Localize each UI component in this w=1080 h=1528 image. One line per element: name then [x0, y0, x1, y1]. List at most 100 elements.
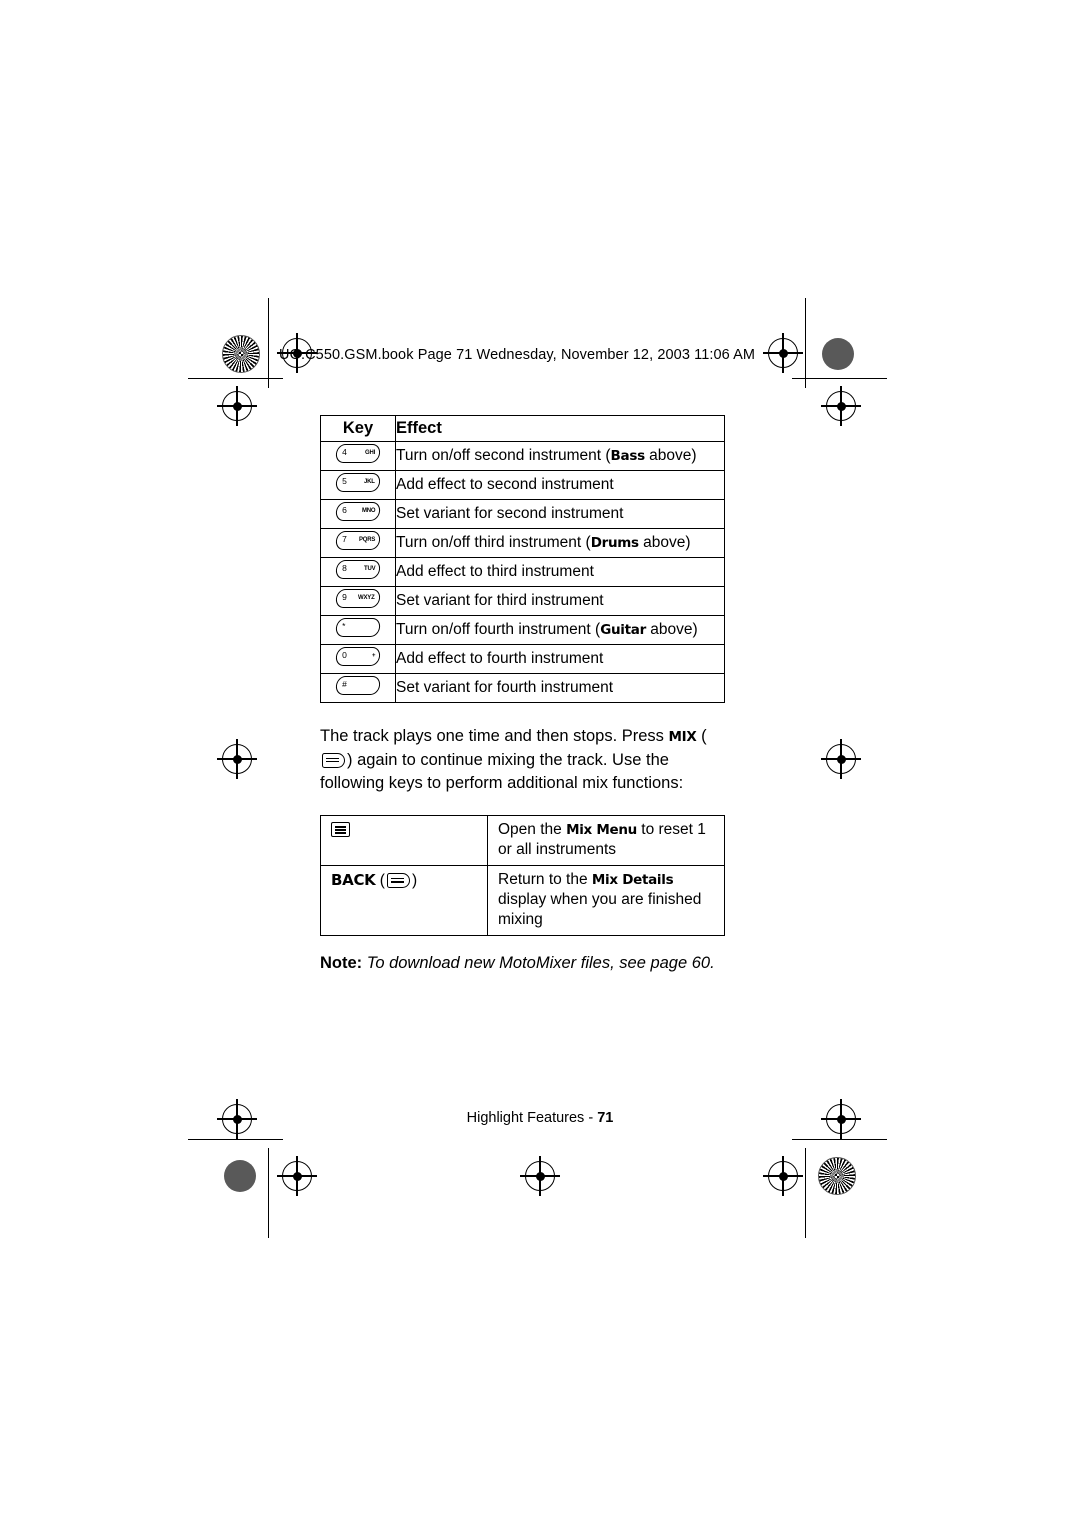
key-cell: BACK () — [320, 865, 488, 936]
effect-text-post: above) — [645, 621, 698, 638]
starburst-mark-bottom-right — [818, 1157, 856, 1195]
effect-text-pre: Return to the — [498, 871, 592, 888]
phone-key-4-icon: 4 GHI — [334, 444, 382, 463]
effect-text-pre: Add effect to fourth instrument — [396, 650, 604, 667]
table-row: 5 JKL Add effect to second instrument — [320, 470, 725, 500]
note-text: To download new MotoMixer files, see pag… — [362, 954, 715, 972]
table-row: Open the Mix Menu to reset 1 or all inst… — [320, 815, 725, 866]
table-row: 4 GHI Turn on/off second instrument (Bas… — [320, 441, 725, 471]
display-term: Guitar — [600, 622, 646, 638]
effect-cell: Return to the Mix Details display when y… — [487, 865, 725, 936]
effect-cell: Turn on/off third instrument (Drums abov… — [395, 528, 725, 558]
effect-cell: Set variant for fourth instrument — [395, 673, 725, 703]
key-cell: 4 GHI — [320, 441, 396, 471]
phone-key-star-icon: * — [334, 618, 382, 637]
registration-mark-bottom-center — [520, 1156, 560, 1196]
gray-dot-mark-bottom-left — [224, 1160, 256, 1192]
effect-text-post: above) — [638, 534, 691, 551]
soft-key-table: Open the Mix Menu to reset 1 or all inst… — [320, 815, 725, 936]
paragraph-part-2: ( — [696, 727, 707, 745]
table-row: 0 + Add effect to fourth instrument — [320, 644, 725, 674]
effect-cell: Add effect to second instrument — [395, 470, 725, 500]
key-cell: 5 JKL — [320, 470, 396, 500]
effect-text-post: display when you are finished mixing — [498, 891, 702, 928]
effect-text-pre: Add effect to third instrument — [396, 563, 594, 580]
table-row: 7 PQRS Turn on/off third instrument (Dru… — [320, 528, 725, 558]
effect-text-pre: Add effect to second instrument — [396, 476, 614, 493]
crop-line-left-bottom-horizontal — [188, 1139, 283, 1141]
display-term: Drums — [590, 535, 639, 551]
crop-line-bottom-left-vertical — [268, 1148, 270, 1238]
registration-mark-right-upper — [821, 386, 861, 426]
key-cell: 8 TUV — [320, 557, 396, 587]
table-header-row: Key Effect — [320, 415, 725, 442]
starburst-mark-top-left — [222, 335, 260, 373]
body-paragraph: The track plays one time and then stops.… — [320, 725, 732, 795]
effect-cell: Open the Mix Menu to reset 1 or all inst… — [487, 815, 725, 866]
effect-text-pre: Turn on/off second instrument ( — [396, 447, 611, 464]
registration-mark-right-middle — [821, 739, 861, 779]
page-footer: Highlight Features - 71 — [0, 1110, 1080, 1126]
display-term: Bass — [610, 448, 646, 464]
softkey-icon — [322, 753, 345, 769]
crop-line-bottom-right-vertical — [805, 1148, 807, 1238]
back-key-label: BACK — [331, 871, 376, 889]
key-cell: 0 + — [320, 644, 396, 674]
crop-line-top-left-vertical — [268, 298, 270, 388]
phone-key-7-icon: 7 PQRS — [334, 531, 382, 550]
key-cell: 9 WXYZ — [320, 586, 396, 616]
key-cell: # — [320, 673, 396, 703]
column-header-effect: Effect — [395, 415, 725, 442]
effect-text-pre: Open the — [498, 821, 567, 838]
table-row: 6 MNO Set variant for second instrument — [320, 499, 725, 529]
paragraph-part-1: The track plays one time and then stops.… — [320, 727, 669, 745]
column-header-key: Key — [320, 415, 396, 442]
effect-cell: Turn on/off fourth instrument (Guitar ab… — [395, 615, 725, 645]
crop-line-right-top-horizontal — [792, 378, 887, 380]
key-cell: * — [320, 615, 396, 645]
effect-cell: Add effect to third instrument — [395, 557, 725, 587]
registration-mark-left-upper — [217, 386, 257, 426]
note-label: Note: — [320, 954, 363, 972]
crop-line-top-right-vertical — [805, 298, 807, 388]
registration-mark-left-middle — [217, 739, 257, 779]
phone-key-8-icon: 8 TUV — [334, 560, 382, 579]
note-paragraph: Note: To download new MotoMixer files, s… — [320, 954, 725, 973]
effect-text-pre: Set variant for third instrument — [396, 592, 604, 609]
crop-line-left-top-horizontal — [188, 378, 283, 380]
effect-cell: Set variant for second instrument — [395, 499, 725, 529]
phone-key-5-icon: 5 JKL — [334, 473, 382, 492]
table-row: 8 TUV Add effect to third instrument — [320, 557, 725, 587]
table-row: # Set variant for fourth instrument — [320, 673, 725, 703]
menu-icon — [331, 822, 350, 838]
page-header-text: UG.C550.GSM.book Page 71 Wednesday, Nove… — [279, 347, 756, 363]
paren-open: ( — [379, 872, 385, 889]
page-content: Key Effect 4 GHI Turn on/off second inst… — [320, 415, 725, 990]
registration-mark-top-right — [763, 333, 803, 373]
phone-key-0-icon: 0 + — [334, 647, 382, 666]
effect-text-pre: Turn on/off third instrument ( — [396, 534, 591, 551]
key-cell — [320, 815, 488, 866]
effect-text-pre: Set variant for second instrument — [396, 505, 624, 522]
key-cell: 6 MNO — [320, 499, 396, 529]
footer-page-number: 71 — [597, 1110, 614, 1126]
effect-text-pre: Turn on/off fourth instrument ( — [396, 621, 601, 638]
phone-key-9-icon: 9 WXYZ — [334, 589, 382, 608]
phone-key-6-icon: 6 MNO — [334, 502, 382, 521]
table-row: * Turn on/off fourth instrument (Guitar … — [320, 615, 725, 645]
registration-mark-bottom-left — [277, 1156, 317, 1196]
display-term: Mix Details — [591, 872, 674, 888]
effect-cell: Set variant for third instrument — [395, 586, 725, 616]
softkey-icon — [386, 873, 410, 889]
paragraph-part-3: ) again to continue mixing the track. Us… — [320, 751, 684, 792]
effect-cell: Add effect to fourth instrument — [395, 644, 725, 674]
table-row: BACK () Return to the Mix Details displa… — [320, 865, 725, 936]
key-effect-table: Key Effect 4 GHI Turn on/off second inst… — [320, 415, 725, 703]
effect-text-pre: Set variant for fourth instrument — [396, 679, 614, 696]
crop-line-right-bottom-horizontal — [792, 1139, 887, 1141]
effect-cell: Turn on/off second instrument (Bass abov… — [395, 441, 725, 471]
phone-key-pound-icon: # — [334, 676, 382, 695]
paren-close: ) — [411, 872, 418, 889]
display-term: Mix Menu — [566, 822, 637, 838]
gray-dot-mark-top-right — [822, 338, 854, 370]
